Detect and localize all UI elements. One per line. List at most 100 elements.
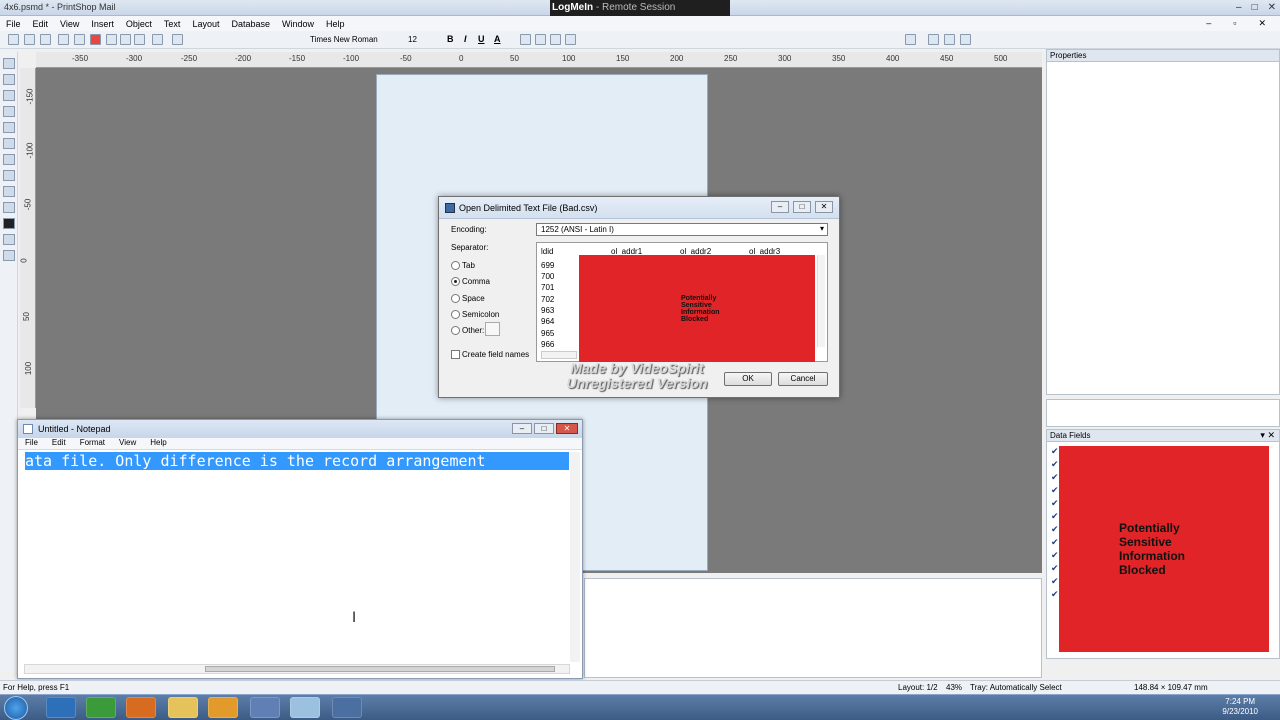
align-left-icon[interactable] [520,34,531,45]
align-right-icon[interactable] [550,34,561,45]
mdi-restore-icon[interactable]: ▫ [1227,18,1242,29]
barcode-tool-icon[interactable] [3,218,15,229]
line-tool-icon[interactable] [3,170,15,181]
create-field-names-checkbox[interactable] [451,350,460,359]
new-icon[interactable] [8,34,19,45]
pin-icon[interactable]: ▾ [1260,430,1265,440]
mdi-minimize-icon[interactable]: – [1200,18,1217,29]
save-icon[interactable] [40,34,51,45]
dialog-maximize-icon[interactable]: □ [793,201,811,213]
redo-icon[interactable] [172,34,183,45]
box-tool-icon[interactable] [3,154,15,165]
preview-vscroll[interactable] [817,255,825,347]
rotate-tool-icon[interactable] [3,74,15,85]
align-center-icon[interactable] [535,34,546,45]
check-icon[interactable]: ✔ [1051,576,1059,587]
check-icon[interactable]: ✔ [1051,563,1059,574]
justify-icon[interactable] [565,34,576,45]
menu-window[interactable]: Window [276,19,320,29]
radio-space[interactable] [451,294,460,303]
border-icon[interactable] [905,34,916,45]
undo-icon[interactable] [152,34,163,45]
stop-icon[interactable] [90,34,101,45]
notepad-menu-view[interactable]: View [112,438,143,449]
printshop-icon[interactable] [250,697,280,718]
minimize-icon[interactable]: – [1236,2,1242,13]
underline-button[interactable]: U [478,34,485,44]
logmein-icon[interactable] [332,697,362,718]
open-icon[interactable] [24,34,35,45]
menu-edit[interactable]: Edit [27,19,55,29]
maximize-icon[interactable]: □ [1252,2,1258,13]
chrome-icon[interactable] [86,697,116,718]
radio-semicolon[interactable] [451,310,460,319]
notepad-hscroll[interactable] [24,664,570,674]
text-tool-icon[interactable] [3,90,15,101]
notepad-vscroll[interactable] [570,452,580,662]
media-player-icon[interactable] [208,697,238,718]
mail-tool-icon[interactable] [3,234,15,245]
notepad-menu-format[interactable]: Format [73,438,112,449]
globe-tool-icon[interactable] [3,202,15,213]
check-icon[interactable]: ✔ [1051,589,1059,600]
select-tool-icon[interactable] [3,58,15,69]
dialog-minimize-icon[interactable]: – [771,201,789,213]
pane-close-icon[interactable]: ✕ [1267,430,1275,440]
text-color-button[interactable]: A [494,34,501,44]
check-icon[interactable]: ✔ [1051,550,1059,561]
notepad-maximize-icon[interactable]: □ [534,423,554,434]
line-style-icon[interactable] [928,34,939,45]
font-size-select[interactable]: 12 [408,35,417,44]
menu-object[interactable]: Object [120,19,158,29]
shape-tool-icon[interactable] [3,186,15,197]
notepad-menu-edit[interactable]: Edit [45,438,73,449]
check-icon[interactable]: ✔ [1051,498,1059,509]
check-icon[interactable]: ✔ [1051,511,1059,522]
bold-button[interactable]: B [447,34,454,44]
font-name-select[interactable]: Times New Roman [310,35,378,44]
check-icon[interactable]: ✔ [1051,459,1059,470]
check-icon[interactable]: ✔ [1051,446,1059,457]
encoding-select[interactable]: 1252 (ANSI - Latin I) ▾ [536,223,828,236]
radio-other[interactable] [451,326,460,335]
form-tool-icon[interactable] [3,250,15,261]
check-icon[interactable]: ✔ [1051,485,1059,496]
mdi-close-icon[interactable]: ✕ [1252,18,1272,29]
notepad-minimize-icon[interactable]: – [512,423,532,434]
italic-button[interactable]: I [464,34,467,44]
paste-icon[interactable] [134,34,145,45]
data-preview-grid[interactable]: ldid ol_addr1 ol_addr2 ol_addr3 699 700 … [536,242,828,362]
notepad-close-icon[interactable]: ✕ [556,423,578,434]
notepad-task-icon[interactable] [290,697,320,718]
preview-hscroll[interactable] [541,351,577,359]
other-separator-input[interactable] [485,322,500,336]
ok-button[interactable]: OK [724,372,772,386]
start-button[interactable] [4,696,28,720]
image-tool-icon[interactable] [3,138,15,149]
menu-insert[interactable]: Insert [85,19,120,29]
cancel-button[interactable]: Cancel [778,372,828,386]
check-icon[interactable]: ✔ [1051,472,1059,483]
check-icon[interactable]: ✔ [1051,524,1059,535]
menu-help[interactable]: Help [320,19,351,29]
pen-color-icon[interactable] [960,34,971,45]
line-weight-icon[interactable] [944,34,955,45]
print-preview-icon[interactable] [58,34,69,45]
folder-icon[interactable] [168,697,198,718]
clock[interactable]: 7:24 PM 9/23/2010 [1222,697,1258,717]
radio-tab[interactable] [451,261,460,270]
copy-icon[interactable] [120,34,131,45]
menu-text[interactable]: Text [158,19,187,29]
print-icon[interactable] [74,34,85,45]
firefox-icon[interactable] [126,697,156,718]
menu-view[interactable]: View [54,19,85,29]
menu-layout[interactable]: Layout [186,19,225,29]
zoom-tool-icon[interactable] [3,106,15,117]
notepad-menu-file[interactable]: File [18,438,45,449]
cut-icon[interactable] [106,34,117,45]
notepad-selected-text[interactable]: ata file. Only difference is the record … [25,452,569,470]
notepad-menu-help[interactable]: Help [143,438,173,449]
ie-icon[interactable] [46,697,76,718]
notepad-hscroll-thumb[interactable] [205,666,555,672]
radio-comma[interactable] [451,277,460,286]
